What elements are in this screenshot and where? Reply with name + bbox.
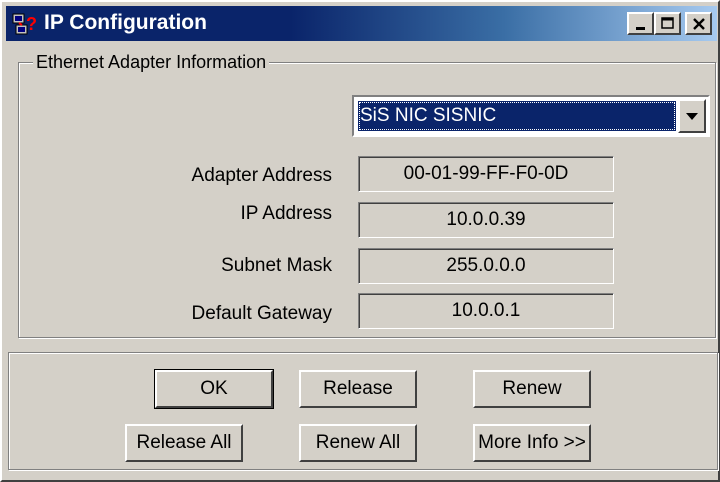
release-all-button[interactable]: Release All bbox=[125, 424, 243, 462]
minimize-icon bbox=[635, 26, 645, 30]
more-info-button[interactable]: More Info >> bbox=[473, 424, 591, 462]
renew-all-button[interactable]: Renew All bbox=[299, 424, 417, 462]
default-gateway-label: Default Gateway bbox=[191, 303, 332, 324]
default-gateway-field: 10.0.0.1 bbox=[358, 293, 614, 329]
adapter-address-label: Adapter Address bbox=[191, 165, 332, 186]
subnet-mask-field: 255.0.0.0 bbox=[358, 248, 614, 284]
adapter-address-field: 00-01-99-FF-F0-0D bbox=[358, 156, 614, 192]
adapter-select[interactable]: SiS NIC SISNIC bbox=[352, 95, 710, 137]
maximize-button[interactable] bbox=[654, 12, 681, 35]
minimize-button[interactable] bbox=[627, 12, 654, 35]
network-question-icon: ? bbox=[12, 13, 37, 35]
close-button[interactable] bbox=[685, 12, 712, 35]
chevron-down-icon bbox=[686, 113, 698, 120]
ip-address-label: IP Address bbox=[240, 203, 332, 224]
dropdown-button[interactable] bbox=[678, 99, 706, 133]
svg-text:?: ? bbox=[26, 14, 37, 34]
adapter-select-value: SiS NIC SISNIC bbox=[358, 101, 676, 131]
ip-configuration-window: ? IP Configuration Ethernet Adapter Info… bbox=[0, 0, 720, 482]
subnet-mask-label: Subnet Mask bbox=[221, 255, 332, 276]
close-icon bbox=[692, 17, 705, 30]
release-button[interactable]: Release bbox=[299, 370, 417, 408]
ip-address-field: 10.0.0.39 bbox=[358, 202, 614, 238]
window-title: IP Configuration bbox=[44, 11, 207, 34]
renew-button[interactable]: Renew bbox=[473, 370, 591, 408]
group-legend: Ethernet Adapter Information bbox=[33, 51, 270, 73]
ok-button[interactable]: OK bbox=[154, 369, 274, 409]
title-bar[interactable]: ? IP Configuration bbox=[6, 6, 717, 41]
maximize-icon bbox=[660, 16, 674, 29]
